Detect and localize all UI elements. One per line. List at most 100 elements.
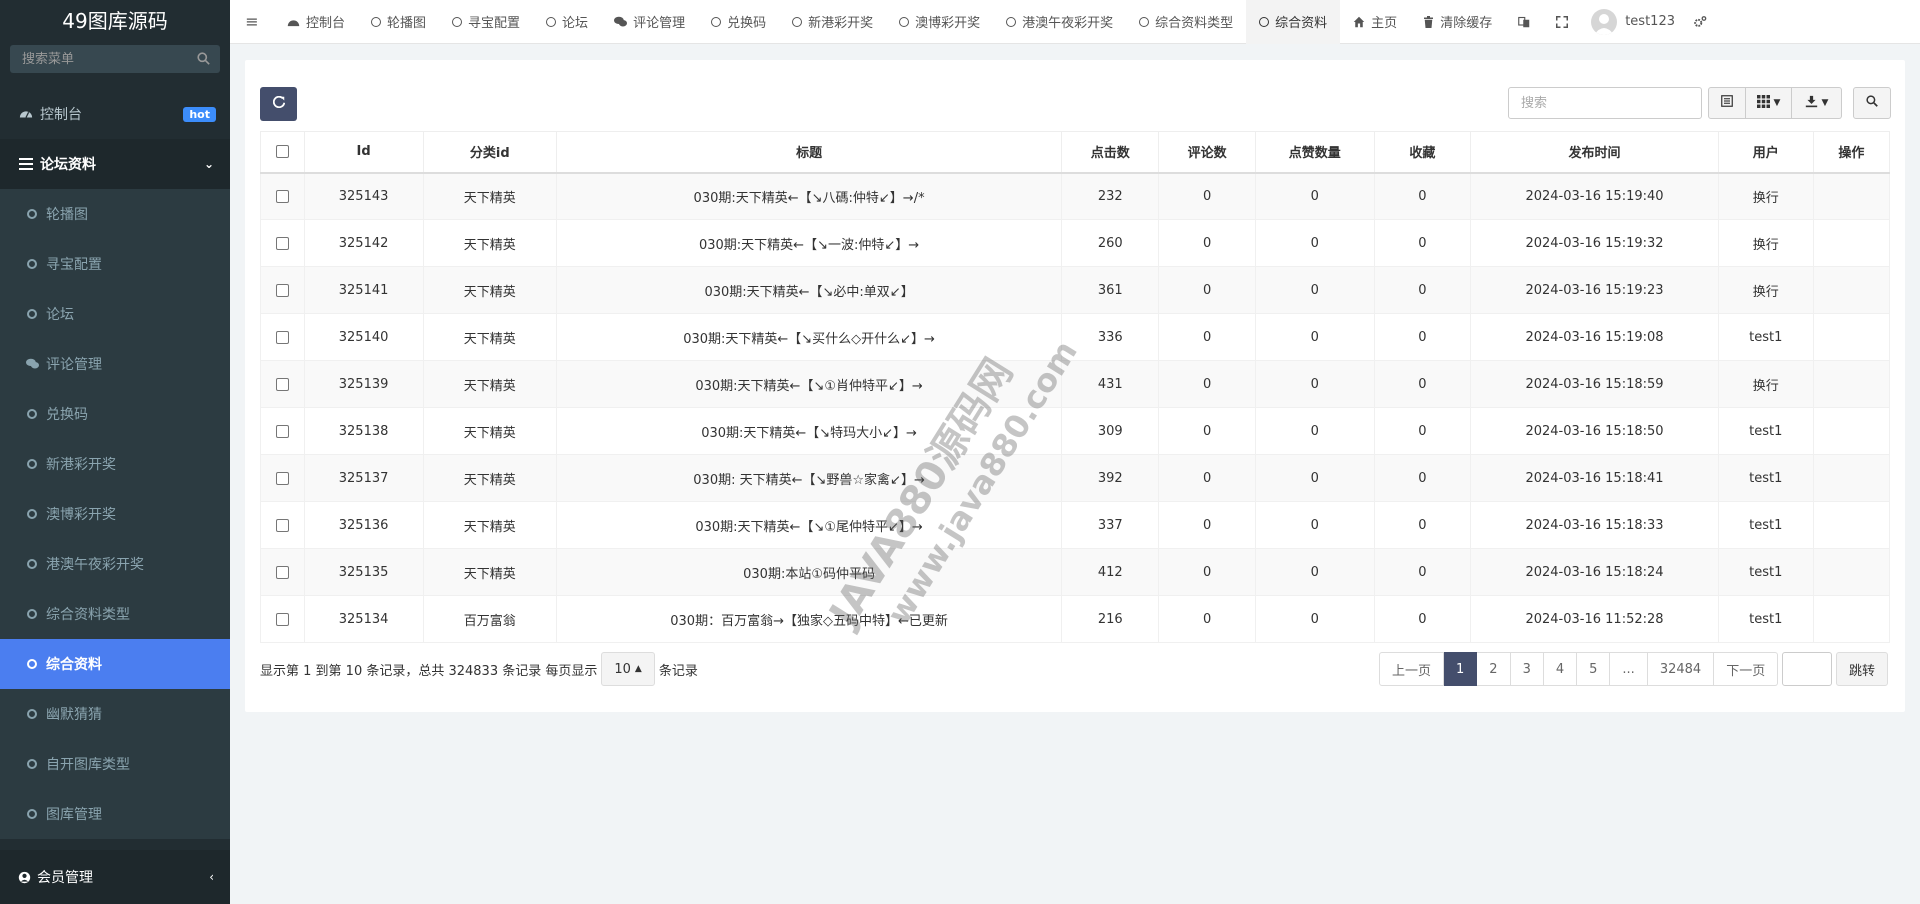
row-checkbox[interactable]	[275, 283, 289, 297]
row-select-cell	[260, 595, 305, 643]
page-button[interactable]: 5	[1577, 652, 1611, 686]
row-checkbox[interactable]	[275, 424, 289, 438]
tab-3[interactable]: 论坛	[533, 0, 601, 44]
tab-9[interactable]: 综合资料类型	[1126, 0, 1246, 44]
columns-button[interactable]: ▼	[1746, 87, 1792, 119]
tab-2[interactable]: 寻宝配置	[439, 0, 533, 44]
page-button[interactable]: 1	[1444, 652, 1478, 686]
column-header[interactable]: 用户	[1717, 131, 1814, 174]
sidebar-item-12[interactable]: 图库管理	[0, 789, 230, 839]
tab-0[interactable]: 控制台	[274, 0, 358, 44]
column-header[interactable]: Id	[303, 131, 424, 174]
sidebar-item-7[interactable]: 港澳午夜彩开奖	[0, 539, 230, 589]
page-button[interactable]: 32484	[1647, 652, 1715, 686]
tab-5[interactable]: 兑换码	[698, 0, 779, 44]
sidebar-item-5[interactable]: 新港彩开奖	[0, 439, 230, 489]
sidebar-item-3[interactable]: 评论管理	[0, 339, 230, 389]
sidebar-item-6[interactable]: 澳博彩开奖	[0, 489, 230, 539]
jump-page-input[interactable]	[1782, 652, 1832, 686]
table-row[interactable]: 325141 天下精英 030期:天下精英←【↘必中:单双↙】 361 0 0 0 2024-…	[260, 266, 1891, 314]
table-row[interactable]: 325137 天下精英 030期: 天下精英←【↘野兽☆家禽↙】→ 392 0 0 0 202…	[260, 454, 1891, 502]
sidebar-item-label: 评论管理	[46, 357, 102, 373]
table-cell: test1	[1717, 595, 1814, 643]
table-row[interactable]: 325142 天下精英 030期:天下精英←【↘一波:仲特↙】→ 260 0 0 0 2024…	[260, 219, 1891, 267]
table-cell: 换行	[1717, 219, 1814, 267]
prev-page-button[interactable]: 上一页	[1379, 652, 1445, 686]
brand-logo[interactable]: 49图库源码	[0, 0, 230, 43]
column-header[interactable]: 分类id	[422, 131, 557, 174]
table-row[interactable]: 325135 天下精英 030期:本站①码仲平码 412 0 0 0 2024-03-16 1…	[260, 548, 1891, 596]
settings-icon[interactable]	[1685, 0, 1715, 44]
table-row[interactable]: 325138 天下精英 030期:天下精英←【↘特玛大小↙】→ 309 0 0 0 2024-…	[260, 407, 1891, 455]
table-cell: 0	[1373, 313, 1472, 361]
table-cell: test1	[1717, 501, 1814, 549]
table-cell: 325135	[303, 548, 424, 596]
table-row[interactable]: 325139 天下精英 030期:天下精英←【↘①肖仲特平↙】→ 431 0 0 0 2024…	[260, 360, 1891, 408]
select-all-checkbox[interactable]	[275, 145, 289, 159]
user-menu[interactable]: test123	[1581, 8, 1685, 35]
page-size-select[interactable]: 10 ▲	[601, 652, 655, 686]
tab-6[interactable]: 新港彩开奖	[779, 0, 886, 44]
row-checkbox[interactable]	[275, 565, 289, 579]
sidebar-item-1[interactable]: 寻宝配置	[0, 239, 230, 289]
column-header[interactable]: 发布时间	[1470, 131, 1719, 174]
tab-4[interactable]: 评论管理	[601, 0, 698, 44]
row-checkbox[interactable]	[275, 612, 289, 626]
row-checkbox[interactable]	[275, 377, 289, 391]
export-button[interactable]: ▼	[1792, 87, 1842, 119]
column-header[interactable]: 标题	[555, 131, 1063, 174]
sidebar-group-forum[interactable]: 论坛资料 ⌄	[0, 139, 230, 189]
toggle-view-button[interactable]	[1708, 87, 1746, 119]
home-button[interactable]: 主页	[1340, 0, 1410, 44]
table-row[interactable]: 325143 天下精英 030期:天下精英←【↘八碼:仲特↙】→/* 232 0 0 0 20…	[260, 172, 1891, 220]
row-checkbox[interactable]	[275, 236, 289, 250]
column-header[interactable]: 收藏	[1373, 131, 1472, 174]
row-checkbox[interactable]	[275, 471, 289, 485]
row-checkbox[interactable]	[275, 189, 289, 203]
tab-7[interactable]: 澳博彩开奖	[886, 0, 993, 44]
table-row[interactable]: 325140 天下精英 030期:天下精英←【↘买什么◇开什么↙】→ 336 0 0 0 20…	[260, 313, 1891, 361]
sidebar-item-member[interactable]: 会员管理 ‹	[0, 850, 230, 904]
column-header[interactable]: 点赞数量	[1255, 131, 1375, 174]
jump-group: 跳转	[1782, 652, 1889, 686]
column-header[interactable]: 操作	[1812, 131, 1891, 174]
sidebar-item-8[interactable]: 综合资料类型	[0, 589, 230, 639]
sidebar-item-9[interactable]: 综合资料	[0, 639, 230, 689]
clear-cache-button[interactable]: 清除缓存	[1410, 0, 1505, 44]
table-row[interactable]: 325136 天下精英 030期:天下精英←【↘①尾仲特平↙】→ 337 0 0 0 2024…	[260, 501, 1891, 549]
sidebar-item-2[interactable]: 论坛	[0, 289, 230, 339]
page-button[interactable]: 2	[1477, 652, 1511, 686]
refresh-icon	[272, 95, 285, 112]
page-button[interactable]: ...	[1610, 652, 1648, 686]
table-row[interactable]: 325134 百万富翁 030期：百万富翁→【独家◇五码中特】←已更新 216 0 0 0 2…	[260, 595, 1891, 643]
jump-button[interactable]: 跳转	[1836, 652, 1889, 686]
column-header[interactable]: 评论数	[1158, 131, 1257, 174]
search-icon[interactable]	[197, 52, 210, 69]
circle-icon	[546, 16, 557, 27]
sidebar-search-input[interactable]	[10, 45, 220, 73]
fullscreen-icon[interactable]	[1543, 0, 1581, 44]
column-header[interactable]: 点击数	[1061, 131, 1160, 174]
menu-toggle-icon[interactable]: ≡	[230, 12, 274, 31]
page-size-value: 10	[614, 661, 631, 677]
sidebar-group-label: 论坛资料	[40, 157, 96, 173]
page-button[interactable]: 3	[1510, 652, 1544, 686]
row-select-cell	[260, 501, 305, 549]
sidebar-item-0[interactable]: 轮播图	[0, 189, 230, 239]
next-page-button[interactable]: 下一页	[1714, 652, 1779, 686]
tab-8[interactable]: 港澳午夜彩开奖	[993, 0, 1126, 44]
row-checkbox[interactable]	[275, 330, 289, 344]
language-icon[interactable]	[1505, 0, 1543, 44]
search-button[interactable]	[1853, 87, 1891, 119]
page-button[interactable]: 4	[1543, 652, 1578, 686]
sidebar-item-11[interactable]: 自开图库类型	[0, 739, 230, 789]
tab-1[interactable]: 轮播图	[358, 0, 439, 44]
tab-10[interactable]: 综合资料	[1246, 0, 1341, 44]
sidebar-item-4[interactable]: 兑换码	[0, 389, 230, 439]
sidebar-item-dashboard[interactable]: 控制台 hot	[0, 89, 230, 139]
row-checkbox[interactable]	[275, 518, 289, 532]
table-search-input[interactable]	[1508, 87, 1702, 119]
refresh-button[interactable]	[260, 87, 297, 121]
sidebar-item-10[interactable]: 幽默猜猜	[0, 689, 230, 739]
table-cell: 0	[1158, 172, 1257, 220]
